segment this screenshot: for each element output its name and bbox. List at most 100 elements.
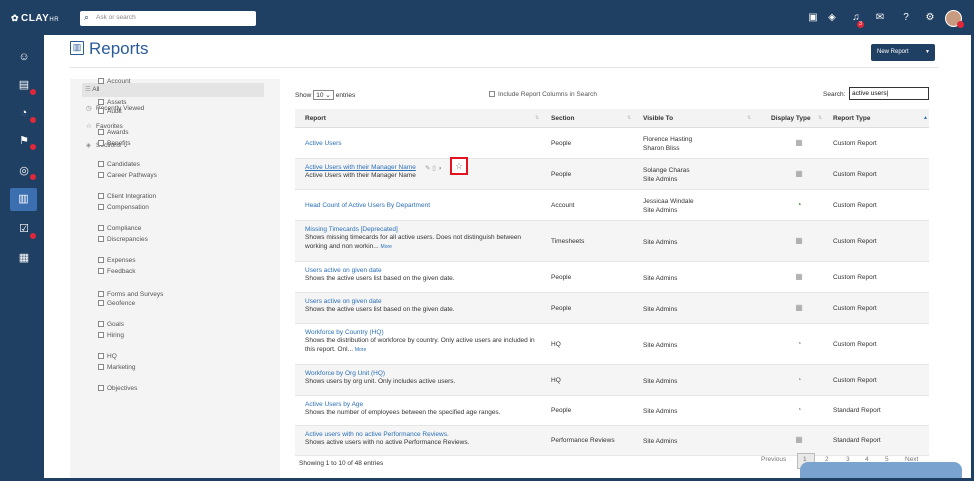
section-checkbox-item[interactable]: Compliance (98, 225, 141, 232)
checkbox[interactable] (98, 204, 104, 210)
checkbox[interactable] (489, 91, 495, 97)
new-report-button[interactable]: New Report ▼ (871, 44, 935, 61)
table-row[interactable]: Workforce by Country (HQ) Shows the distr… (295, 324, 929, 365)
section-checkbox-item[interactable]: Candidates (98, 161, 140, 168)
filter-all[interactable]: ☰ All (82, 83, 264, 97)
checkbox[interactable] (98, 300, 104, 306)
table-search-input[interactable]: active users| (849, 87, 929, 100)
col-report[interactable]: Report (305, 109, 326, 128)
logo[interactable]: ✿ CLAYHR (11, 13, 59, 24)
checkbox[interactable] (98, 332, 104, 338)
include-columns-checkbox[interactable]: Include Report Columns in Search (489, 91, 597, 98)
checkbox[interactable] (98, 78, 104, 84)
report-link[interactable]: Users active on given date (305, 267, 545, 274)
help-widget-tab[interactable] (800, 462, 962, 478)
report-link[interactable]: Active Users with their Manager Name (305, 164, 416, 171)
checkbox[interactable] (98, 257, 104, 263)
filter-all-label: All (92, 86, 100, 93)
checkbox[interactable] (98, 193, 104, 199)
table-row[interactable]: Head Count of Active Users By Department… (295, 190, 929, 221)
table-row[interactable]: Active Users with their Manager Name ✎ ▯ … (295, 159, 929, 190)
page-size-control: Show 10 ⌄ entries (295, 90, 355, 100)
avatar-badge (957, 21, 964, 28)
sort-icon[interactable]: ⇅ (627, 109, 631, 128)
report-link[interactable]: Workforce by Org Unit (HQ) (305, 370, 545, 377)
section-checkbox-item[interactable]: Marketing (98, 364, 136, 371)
logo-text: CLAY (21, 13, 50, 24)
report-link[interactable]: Head Count of Active Users By Department (305, 202, 545, 209)
checkbox[interactable] (98, 225, 104, 231)
report-link[interactable]: Missing Timecards [Deprecated] (305, 226, 545, 233)
checkbox[interactable] (98, 99, 104, 105)
checkbox[interactable] (98, 140, 104, 146)
section-checkbox-item[interactable]: Discrepancies (98, 236, 148, 243)
favorite-star-button[interactable]: ☆ (450, 157, 468, 175)
col-visible-to[interactable]: Visible To (643, 109, 673, 128)
report-link[interactable]: Active Users by Age (305, 401, 545, 408)
section-checkbox-item[interactable]: Geofence (98, 300, 135, 307)
checkbox[interactable] (98, 161, 104, 167)
checkbox[interactable] (98, 236, 104, 242)
table-row[interactable]: Missing Timecards [Deprecated] Shows miss… (295, 221, 929, 262)
checkbox[interactable] (98, 385, 104, 391)
global-search[interactable]: ⌕ Ask or search (80, 11, 256, 26)
more-link[interactable]: More (381, 244, 392, 250)
table-row[interactable]: Workforce by Org Unit (HQ) Shows users by… (295, 365, 929, 396)
people-icon[interactable]: ☺ (16, 49, 32, 65)
section-checkbox-item[interactable]: Benefits (98, 140, 131, 147)
sort-icon[interactable]: ⇅ (747, 109, 751, 128)
col-section[interactable]: Section (551, 109, 574, 128)
visible-to-name: Sharon Bliss (643, 145, 680, 152)
reports-icon[interactable]: ▥ (10, 188, 37, 211)
section-checkbox-item[interactable]: Career Pathways (98, 172, 157, 179)
section-checkbox-item[interactable]: Hiring (98, 332, 124, 339)
table-row[interactable]: Active users with no active Performance … (295, 426, 929, 456)
section-checkbox-item[interactable]: Expenses (98, 257, 136, 264)
pie-chart-icon: ◔ (796, 374, 802, 384)
help-icon[interactable]: ? (899, 12, 913, 24)
calendar-check-icon[interactable]: ▣ (806, 12, 820, 24)
section-checkbox-item[interactable]: Client Integration (98, 193, 156, 200)
col-display-type[interactable]: Display Type (771, 109, 811, 128)
checkbox[interactable] (98, 129, 104, 135)
gear-icon[interactable]: ⚙ (923, 12, 937, 24)
sort-icon[interactable]: ⇅ (535, 109, 539, 128)
table-row[interactable]: Active Users by Age Shows the number of e… (295, 396, 929, 426)
checkbox[interactable] (98, 108, 104, 114)
table-row[interactable]: Active Users People Florence Hasting Sharon… (295, 129, 929, 159)
report-link[interactable]: Workforce by Country (HQ) (305, 329, 545, 336)
sort-icon[interactable]: ⇅ (818, 109, 822, 128)
report-description: Active Users with their Manager Name (305, 172, 416, 179)
table-row[interactable]: Users active on given date Shows the acti… (295, 293, 929, 324)
clipboard-icon[interactable]: ▦ (16, 250, 32, 266)
layers-icon[interactable]: ◈ (825, 12, 839, 24)
visible-to-name: Site Admins (643, 408, 678, 415)
section-checkbox-item[interactable]: Awards (98, 129, 129, 136)
section-checkbox-item[interactable]: HQ (98, 353, 117, 360)
section-checkbox-item[interactable]: Compensation (98, 204, 149, 211)
previous-page-button[interactable]: Previous (761, 456, 786, 463)
section-checkbox-item[interactable]: Objectives (98, 385, 137, 392)
col-report-type[interactable]: Report Type (833, 109, 870, 128)
report-link[interactable]: Active Users (305, 140, 545, 147)
more-link[interactable]: More (355, 347, 366, 353)
sort-asc-icon[interactable]: ▲ (923, 109, 928, 128)
checkbox[interactable] (98, 353, 104, 359)
page-size-select[interactable]: 10 ⌄ (313, 90, 334, 100)
report-link[interactable]: Active users with no active Performance … (305, 431, 545, 438)
section-checkbox-item[interactable]: Feedback (98, 268, 136, 275)
checkbox[interactable] (98, 321, 104, 327)
checkbox[interactable] (98, 172, 104, 178)
table-row[interactable]: Users active on given date Shows the acti… (295, 262, 929, 293)
checkbox[interactable] (98, 364, 104, 370)
section-checkbox-item[interactable]: Goals (98, 321, 124, 328)
section-checkbox-item[interactable]: Audit (98, 108, 122, 115)
mail-icon[interactable]: ✉ (873, 12, 887, 24)
section-checkbox-item[interactable]: Forms and Surveys (98, 291, 163, 298)
checkbox[interactable] (98, 268, 104, 274)
row-action-icons[interactable]: ✎ ▯ ◑ (425, 164, 442, 172)
checkbox[interactable] (98, 291, 104, 297)
section-checkbox-item[interactable]: Assets (98, 99, 127, 106)
report-link[interactable]: Users active on given date (305, 298, 545, 305)
section-checkbox-item[interactable]: Account (98, 78, 131, 85)
